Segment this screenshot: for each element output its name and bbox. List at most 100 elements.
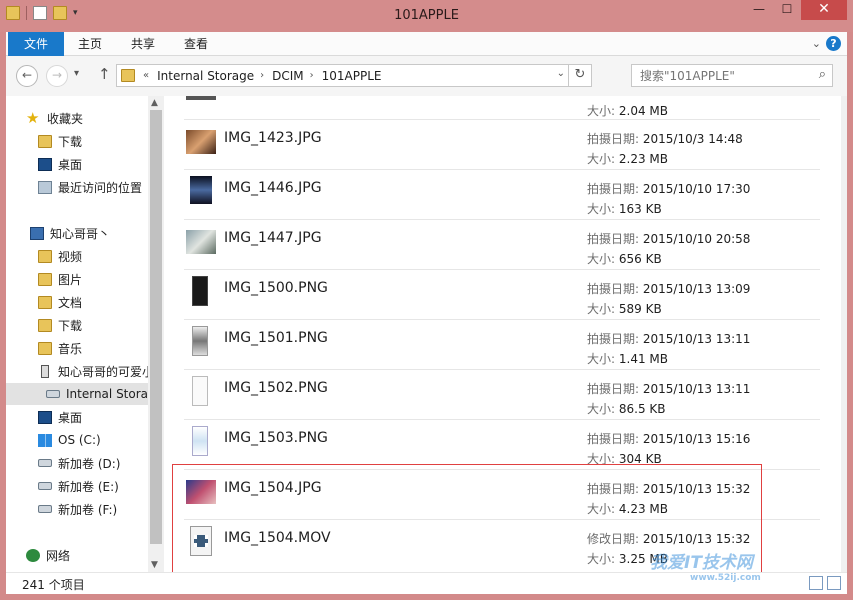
sidebar-item-label: 桌面 (58, 410, 83, 425)
ribbon: 文件 主页 共享 查看 ⌄ ? (6, 32, 847, 56)
tab-share[interactable]: 共享 (131, 32, 155, 56)
search-input[interactable] (632, 65, 802, 86)
list-item[interactable]: IMG_1447.JPG 拍摄日期: 2015/10/10 20:58 大小: … (184, 220, 820, 270)
sidebar-item-label: 图片 (58, 272, 83, 287)
window-controls: — ☐ ✕ (745, 0, 847, 20)
details-view-icon[interactable] (809, 576, 823, 590)
expand-ribbon-icon[interactable]: ⌄ (812, 37, 821, 50)
tab-home[interactable]: 主页 (78, 32, 102, 56)
sidebar-item-label: 新加卷 (E:) (58, 479, 119, 494)
breadcrumb-internal-storage[interactable]: Internal Storage (157, 69, 254, 83)
sidebar-item-this-pc[interactable]: 知心哥哥丶 (6, 222, 148, 244)
sidebar-item-desktop-pc[interactable]: 桌面 (6, 406, 148, 428)
date-label: 拍摄日期: (587, 132, 640, 146)
sidebar-item-pictures[interactable]: 图片 (6, 268, 148, 290)
list-item[interactable]: IMG_1503.PNG 拍摄日期: 2015/10/13 15:16 大小: … (184, 420, 820, 470)
sidebar-item-drive-e[interactable]: 新加卷 (E:) (6, 475, 148, 497)
sidebar-item-drive-f[interactable]: 新加卷 (F:) (6, 498, 148, 520)
scroll-up-icon[interactable]: ▲ (151, 98, 158, 108)
sidebar-item-downloads-pc[interactable]: 下载 (6, 314, 148, 336)
list-item[interactable]: 大小: 2.04 MB (184, 96, 820, 120)
close-button[interactable]: ✕ (801, 0, 847, 20)
refresh-icon[interactable]: ↻ (568, 64, 591, 87)
content-scrollbar[interactable] (841, 96, 847, 572)
image-thumbnail (186, 230, 216, 254)
breadcrumb-101apple[interactable]: 101APPLE (322, 69, 382, 83)
sidebar-item-favorites[interactable]: ★ 收藏夹 (6, 107, 148, 129)
maximize-button[interactable]: ☐ (773, 0, 801, 20)
list-item[interactable]: IMG_1423.JPG 拍摄日期: 2015/10/3 14:48 大小: 2… (184, 120, 820, 170)
sidebar-item-downloads[interactable]: 下载 (6, 130, 148, 152)
breadcrumb-separator-icon[interactable]: › (260, 70, 264, 81)
overflow-chevron-icon[interactable]: « (143, 70, 149, 81)
address-bar[interactable]: « Internal Storage › DCIM › 101APPLE ⌄ ↻ (116, 64, 592, 87)
sidebar-item-drive-d[interactable]: 新加卷 (D:) (6, 452, 148, 474)
scrollbar-thumb[interactable] (150, 110, 162, 544)
search-box[interactable]: ⌕ (631, 64, 833, 87)
file-size: 2.23 MB (618, 152, 668, 166)
recent-locations-icon[interactable]: ▾ (74, 68, 79, 79)
sidebar-item-videos[interactable]: 视频 (6, 245, 148, 267)
tiles-view-icon[interactable] (827, 576, 841, 590)
file-date: 2015/10/13 15:16 (642, 432, 751, 446)
windows-drive-icon (38, 433, 52, 447)
sidebar-item-internal-storage[interactable]: Internal Storage (6, 383, 148, 405)
sidebar-item-label: OS (C:) (58, 433, 101, 447)
sidebar-item-iphone[interactable]: 知心哥哥的可爱小 (6, 360, 148, 382)
downloads-folder-icon (38, 134, 52, 148)
desktop-icon (38, 410, 52, 424)
list-item[interactable]: IMG_1501.PNG 拍摄日期: 2015/10/13 13:11 大小: … (184, 320, 820, 370)
sidebar-item-desktop[interactable]: 桌面 (6, 153, 148, 175)
list-item[interactable]: IMG_1446.JPG 拍摄日期: 2015/10/10 17:30 大小: … (184, 170, 820, 220)
sidebar-item-label: 新加卷 (D:) (58, 456, 121, 471)
sidebar-item-recent[interactable]: 最近访问的位置 (6, 176, 148, 198)
folder-icon (121, 69, 135, 82)
breadcrumb-separator-icon[interactable]: › (310, 70, 314, 81)
window-title: 101APPLE (394, 8, 459, 23)
list-item[interactable]: IMG_1502.PNG 拍摄日期: 2015/10/13 13:11 大小: … (184, 370, 820, 420)
sidebar-item-drive-c[interactable]: OS (C:) (6, 429, 148, 451)
file-name: IMG_1500.PNG (224, 280, 328, 296)
tab-file[interactable]: 文件 (8, 32, 64, 56)
sidebar-item-label: 桌面 (58, 157, 83, 172)
file-size: 2.04 MB (618, 104, 668, 118)
minimize-button[interactable]: — (745, 0, 773, 20)
screenshot-thumbnail (192, 426, 208, 456)
sidebar-item-label: Internal Storage (66, 387, 148, 401)
sidebar-item-label: 下载 (58, 318, 83, 333)
sidebar-item-label: 新加卷 (F:) (58, 502, 118, 517)
size-label: 大小: (587, 202, 616, 216)
item-count: 241 个项目 (22, 578, 85, 592)
sidebar-item-documents[interactable]: 文档 (6, 291, 148, 313)
scroll-down-icon[interactable]: ▼ (151, 560, 158, 570)
sidebar-item-label: 音乐 (58, 341, 83, 356)
list-item[interactable]: IMG_1500.PNG 拍摄日期: 2015/10/13 13:09 大小: … (184, 270, 820, 320)
screenshot-thumbnail (192, 376, 208, 406)
sidebar-item-music[interactable]: 音乐 (6, 337, 148, 359)
up-arrow-icon[interactable]: ↑ (98, 65, 111, 83)
phone-icon (41, 364, 49, 378)
view-toggle (809, 576, 841, 590)
back-button[interactable]: ← (16, 65, 38, 87)
videos-folder-icon (38, 249, 52, 263)
search-icon[interactable]: ⌕ (819, 67, 826, 82)
sidebar-item-label: 收藏夹 (47, 111, 84, 126)
screenshot-thumbnail (192, 276, 208, 306)
forward-button[interactable]: → (46, 65, 68, 87)
downloads-folder-icon (38, 318, 52, 332)
size-label: 大小: (587, 352, 616, 366)
size-label: 大小: (587, 252, 616, 266)
image-thumbnail (190, 176, 212, 204)
watermark-text: 我爱IT技术网 (650, 553, 753, 573)
help-icon[interactable]: ? (826, 36, 841, 51)
tab-view[interactable]: 查看 (184, 32, 208, 56)
file-date: 2015/10/10 17:30 (642, 182, 751, 196)
address-dropdown-icon[interactable]: ⌄ (557, 68, 565, 79)
file-size: 656 KB (618, 252, 662, 266)
date-label: 拍摄日期: (587, 282, 640, 296)
date-label: 拍摄日期: (587, 382, 640, 396)
breadcrumb-dcim[interactable]: DCIM (272, 69, 304, 83)
sidebar-item-label: 文档 (58, 295, 83, 310)
sidebar-scrollbar[interactable]: ▲ ▼ (148, 96, 164, 572)
sidebar-item-network[interactable]: 网络 (6, 544, 148, 566)
